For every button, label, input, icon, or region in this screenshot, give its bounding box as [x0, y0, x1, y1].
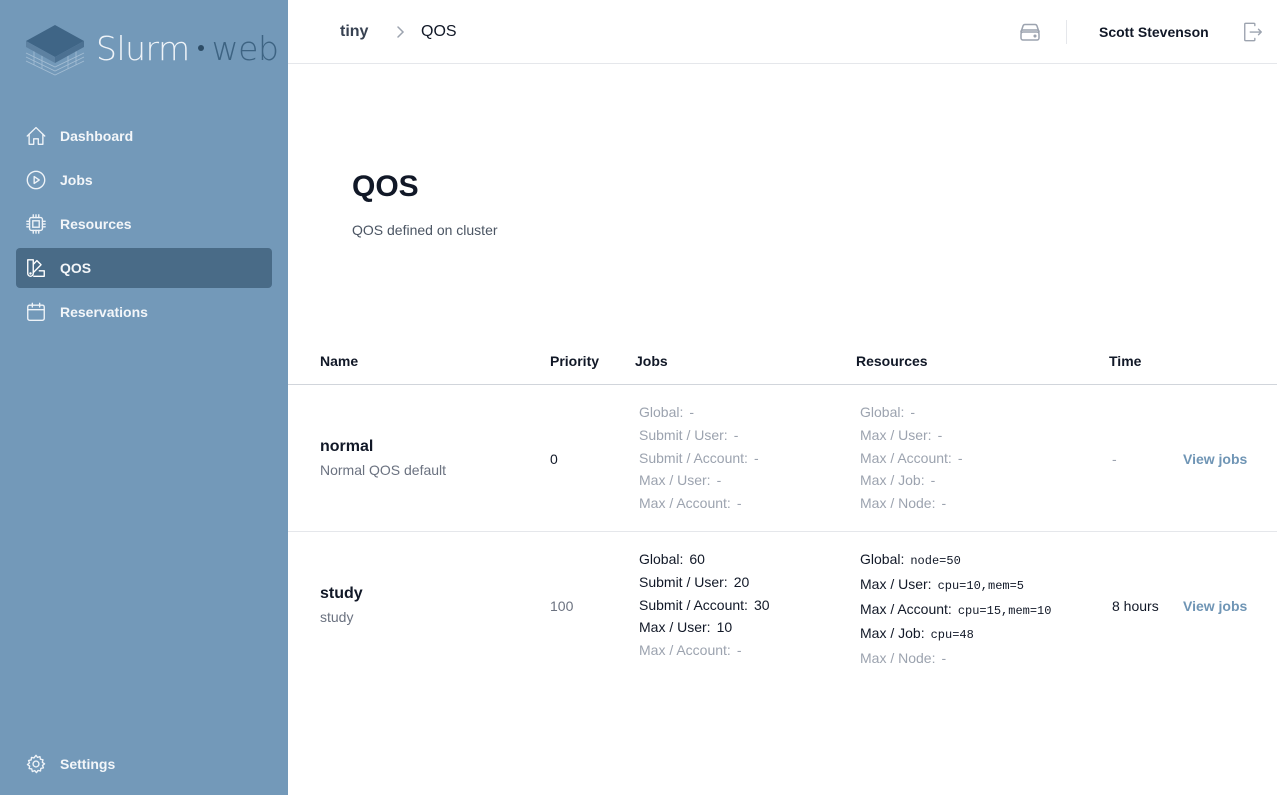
- column-header-time: Time: [1109, 353, 1142, 369]
- view-jobs-link[interactable]: View jobs: [1183, 451, 1247, 467]
- limit-line: Global: -: [860, 404, 916, 420]
- home-icon: [24, 124, 48, 148]
- sidebar-item-label: Reservations: [60, 304, 148, 320]
- qos-name: normal: [320, 438, 374, 455]
- cpu-chip-icon: [24, 212, 48, 236]
- sidebar-item-resources[interactable]: Resources: [16, 204, 272, 244]
- sidebar-item-jobs[interactable]: Jobs: [16, 160, 272, 200]
- sidebar-item-label: Dashboard: [60, 128, 134, 144]
- gear-icon: [24, 752, 48, 776]
- column-header-jobs: Jobs: [635, 353, 668, 369]
- view-jobs-link[interactable]: View jobs: [1183, 598, 1247, 614]
- slurm-web-logo[interactable]: Slurm web: [24, 18, 279, 78]
- jobs-limits: Global: 60 Submit / User: 20 Submit / Acco…: [639, 548, 770, 662]
- resources-limits: Global: node=50 Max / User: cpu=10,mem=5 M…: [860, 548, 1051, 670]
- table-row: normal Normal QOS default 0 Global: - Sub…: [288, 385, 1277, 532]
- limit-line: Global: 60: [639, 551, 705, 567]
- page-title: QOS: [352, 170, 419, 203]
- settings-link[interactable]: Settings: [24, 752, 115, 776]
- calendar-icon: [24, 300, 48, 324]
- limit-line: Max / Job: -: [860, 472, 936, 489]
- column-header-priority: Priority: [550, 353, 600, 369]
- column-header-name: Name: [320, 353, 359, 369]
- limit-line: Max / User: 10: [639, 619, 733, 636]
- qos-table-header: Name Priority Jobs Resources Time: [288, 338, 1277, 385]
- top-bar: tiny QOS Scott Stevenson: [288, 0, 1277, 64]
- logo-text: Slurm web: [96, 28, 279, 68]
- swatch-icon: [24, 256, 48, 280]
- qos-name: study: [320, 585, 363, 602]
- page-description: QOS defined on cluster: [352, 222, 498, 238]
- header-divider: [1066, 20, 1067, 44]
- sidebar-item-reservations[interactable]: Reservations: [16, 292, 272, 332]
- breadcrumb-cluster[interactable]: tiny: [340, 23, 368, 41]
- limit-line: Max / Account: -: [639, 495, 742, 512]
- sidebar-item-label: Jobs: [60, 172, 93, 188]
- sidebar-item-dashboard[interactable]: Dashboard: [16, 116, 272, 156]
- table-row: study study 100 Global: 60 Submit / User:…: [288, 532, 1277, 679]
- qos-priority: 100: [550, 598, 574, 614]
- server-stack-icon[interactable]: [1018, 21, 1042, 48]
- limit-line: Max / User: -: [860, 426, 943, 443]
- resources-limits: Global: - Max / User: - Max / Account: - Ma…: [860, 401, 963, 515]
- qos-priority: 0: [550, 451, 558, 467]
- limit-line: Max / Account: -: [860, 449, 963, 466]
- limit-line: Max / User: -: [639, 472, 722, 489]
- qos-time: -: [1112, 451, 1117, 467]
- sidebar-item-label: QOS: [60, 260, 92, 276]
- limit-line: Submit / User: 20: [639, 573, 750, 590]
- sidebar-nav: Dashboard Jobs Resources QOS Reservation…: [16, 116, 272, 336]
- breadcrumb-page: QOS: [421, 23, 457, 40]
- logo-layers-icon: [25, 25, 85, 76]
- logout-icon[interactable]: [1242, 21, 1264, 48]
- qos-time: 8 hours: [1112, 598, 1159, 614]
- limit-line: Global: node=50: [860, 551, 961, 568]
- column-header-resources: Resources: [856, 353, 928, 369]
- limit-line: Max / Job: cpu=48: [860, 625, 974, 643]
- limit-line: Max / Node: -: [860, 650, 947, 667]
- qos-description: Normal QOS default: [320, 462, 447, 478]
- jobs-limits: Global: - Submit / User: - Submit / Accoun…: [639, 401, 759, 515]
- settings-label: Settings: [60, 756, 116, 772]
- sidebar-item-qos[interactable]: QOS: [16, 248, 272, 288]
- limit-line: Max / Node: -: [860, 495, 947, 512]
- limit-line: Submit / Account: 30: [639, 596, 770, 613]
- sidebar-item-label: Resources: [60, 216, 132, 232]
- user-name[interactable]: Scott Stevenson: [1099, 24, 1209, 40]
- limit-line: Global: -: [639, 404, 695, 420]
- limit-line: Submit / User: -: [639, 426, 739, 443]
- limit-line: Max / Account: -: [639, 642, 742, 659]
- limit-line: Submit / Account: -: [639, 449, 759, 466]
- sidebar: Slurm web Dashboard Jobs Resources QOS R…: [0, 0, 288, 795]
- play-circle-icon: [24, 168, 48, 192]
- qos-description: study: [320, 609, 354, 625]
- chevron-right-icon: [394, 24, 406, 45]
- limit-line: Max / User: cpu=10,mem=5: [860, 575, 1024, 593]
- limit-line: Max / Account: cpu=15,mem=10: [860, 600, 1052, 618]
